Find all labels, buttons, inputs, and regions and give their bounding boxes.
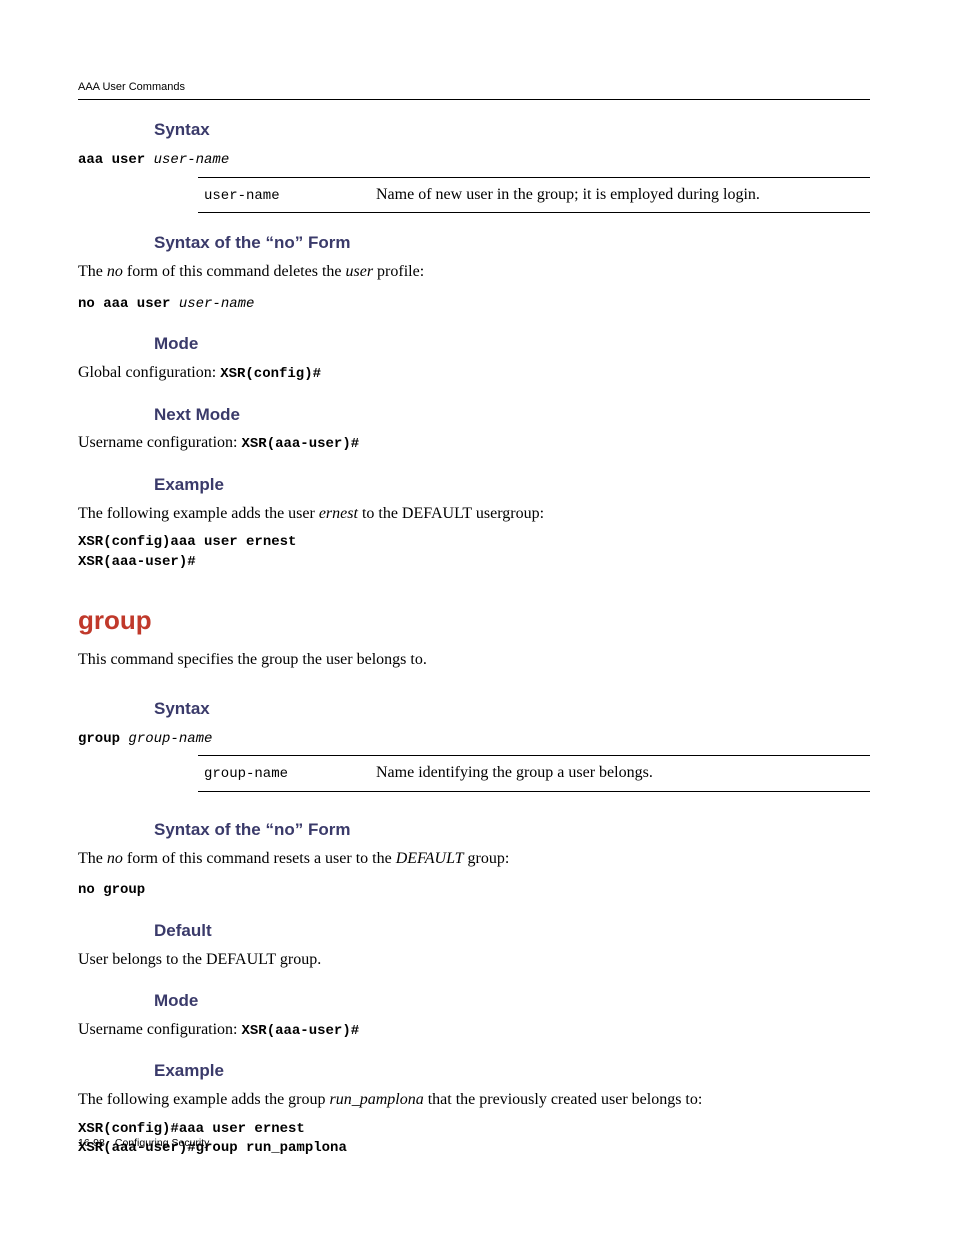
param-table: group-name Name identifying the group a …: [198, 755, 870, 792]
next-mode-text: Username configuration: XSR(aaa-user)#: [78, 432, 870, 455]
param-name: group-name: [204, 766, 288, 782]
example-text: The following example adds the group run…: [78, 1089, 870, 1111]
heading-no-form: Syntax of the “no” Form: [154, 231, 870, 255]
heading-syntax: Syntax: [154, 697, 870, 721]
text: Username configuration:: [78, 1021, 242, 1038]
table-row: user-name Name of new user in the group;…: [198, 182, 870, 209]
param-name: user-name: [204, 188, 280, 204]
param-desc: Name of new user in the group; it is emp…: [376, 186, 760, 203]
heading-default: Default: [154, 919, 870, 943]
text-italic: no: [107, 263, 123, 280]
command-description: This command specifies the group the use…: [78, 649, 870, 671]
heading-syntax: Syntax: [154, 118, 870, 142]
text: The: [78, 850, 107, 867]
text: form of this command resets a user to th…: [123, 850, 396, 867]
text: The: [78, 263, 107, 280]
no-cmd: no group: [78, 882, 145, 898]
heading-next-mode: Next Mode: [154, 403, 870, 427]
param-table: user-name Name of new user in the group;…: [198, 177, 870, 214]
running-header: AAA User Commands: [78, 80, 870, 100]
default-text: User belongs to the DEFAULT group.: [78, 949, 870, 971]
syntax-cmd-arg: user-name: [154, 152, 230, 168]
text: that the previously created user belongs…: [424, 1091, 703, 1108]
no-form-text: The no form of this command resets a use…: [78, 848, 870, 870]
syntax-cmd-arg: group-name: [128, 731, 212, 747]
text-italic: DEFAULT: [396, 850, 464, 867]
heading-example: Example: [154, 1059, 870, 1083]
syntax-cmd-keyword: aaa user: [78, 152, 154, 168]
text: group:: [464, 850, 510, 867]
mode-prompt: XSR(aaa-user)#: [242, 1023, 360, 1039]
next-mode-prompt: XSR(aaa-user)#: [242, 436, 360, 452]
example-line: XSR(config)aaa user ernest: [78, 533, 870, 553]
text: The following example adds the user: [78, 505, 319, 522]
footer-title: Configuring Security: [115, 1137, 210, 1149]
param-desc: Name identifying the group a user belong…: [376, 764, 653, 781]
text-italic: user: [345, 263, 373, 280]
example-line: XSR(aaa-user)#: [78, 553, 870, 573]
syntax-cmd-keyword: group: [78, 731, 128, 747]
no-cmd-arg: user-name: [179, 296, 255, 312]
mode-text: Global configuration: XSR(config)#: [78, 362, 870, 385]
heading-no-form: Syntax of the “no” Form: [154, 818, 870, 842]
text-italic: no: [107, 850, 123, 867]
text: Username configuration:: [78, 434, 242, 451]
page-footer: 16-98 Configuring Security: [78, 1136, 209, 1151]
heading-mode: Mode: [154, 989, 870, 1013]
text-italic: run_pamplona: [330, 1091, 424, 1108]
heading-example: Example: [154, 473, 870, 497]
text: Global configuration:: [78, 364, 220, 381]
heading-mode: Mode: [154, 332, 870, 356]
mode-prompt: XSR(config)#: [220, 366, 321, 382]
example-text: The following example adds the user erne…: [78, 503, 870, 525]
no-cmd-keyword: no aaa user: [78, 296, 179, 312]
text: The following example adds the group: [78, 1091, 330, 1108]
page-number: 16-98: [78, 1137, 105, 1149]
no-form-text: The no form of this command deletes the …: [78, 261, 870, 283]
table-row: group-name Name identifying the group a …: [198, 760, 870, 787]
text-italic: ernest: [319, 505, 358, 522]
command-heading-group: group: [78, 602, 870, 638]
text: to the DEFAULT usergroup:: [358, 505, 544, 522]
mode-text: Username configuration: XSR(aaa-user)#: [78, 1019, 870, 1042]
text: form of this command deletes the: [123, 263, 346, 280]
text: profile:: [373, 263, 424, 280]
